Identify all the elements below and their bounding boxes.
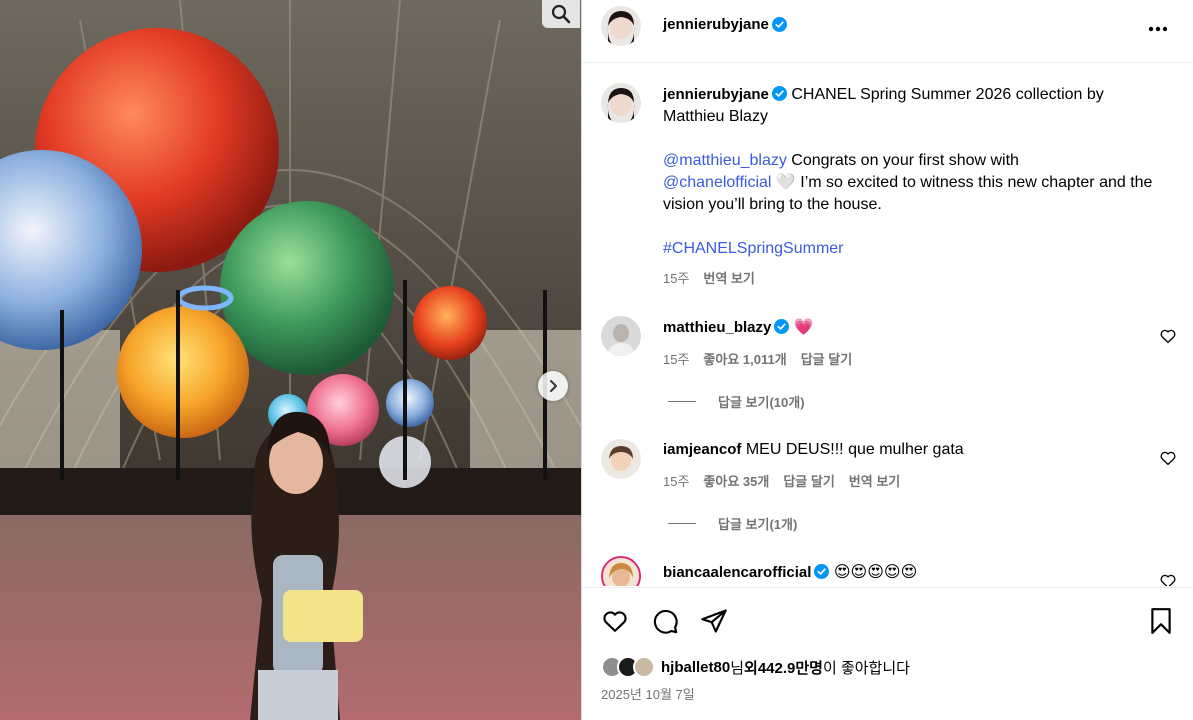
like-comment-heart-icon[interactable] (1159, 572, 1177, 586)
author-username[interactable]: jennierubyjane (663, 16, 769, 33)
comment-time[interactable]: 15주 (663, 471, 689, 490)
commenter-avatar[interactable] (601, 316, 641, 356)
view-replies-button[interactable]: 답글 보기(10개) (668, 392, 805, 411)
translate-button[interactable]: 번역 보기 (703, 268, 754, 287)
liker-username[interactable]: hjballet80 (661, 659, 730, 676)
comment-time[interactable]: 15주 (663, 349, 689, 368)
comment-body: 💗 (793, 319, 814, 336)
likes-count[interactable]: 442.9만명 (758, 657, 823, 678)
white-heart-emoji: 🤍 (775, 174, 796, 191)
commenter-username[interactable]: matthieu_blazy (663, 319, 771, 336)
replies-divider (668, 523, 696, 524)
comment-button[interactable] (650, 606, 680, 636)
magnifier-icon (551, 4, 571, 24)
reply-button[interactable]: 답글 달기 (783, 471, 834, 490)
likes-suffix: 이 좋아합니다 (822, 659, 910, 677)
author-avatar[interactable] (601, 6, 641, 46)
more-options-button[interactable] (1145, 16, 1171, 42)
comment-likes[interactable]: 좋아요 1,011개 (703, 349, 786, 368)
post-image (0, 0, 581, 720)
verified-badge-icon (814, 564, 830, 579)
hashtag-link[interactable]: #CHANELSpringSummer (663, 240, 844, 257)
likes-others-prefix: 외 (744, 659, 758, 677)
caption-time[interactable]: 15주 (663, 268, 689, 287)
view-replies-label: 답글 보기(10개) (718, 395, 805, 410)
like-comment-heart-icon[interactable] (1159, 449, 1177, 467)
comment-meta: 15주 좋아요 1,011개 답글 달기 (663, 349, 852, 368)
mention-link[interactable]: @matthieu_blazy (663, 152, 787, 169)
zoom-button[interactable] (542, 0, 580, 28)
commenter-avatar-story-ring[interactable] (601, 556, 641, 586)
caption-author-avatar[interactable] (601, 83, 641, 123)
comments-list[interactable]: jennierubyjane CHANEL Spring Summer 2026… (582, 64, 1193, 586)
post-photo[interactable] (0, 0, 581, 720)
comment-meta: 15주 좋아요 35개 답글 달기 번역 보기 (663, 471, 900, 490)
commenter-username[interactable]: iamjeancof (663, 441, 741, 458)
replies-divider (668, 401, 696, 402)
like-button[interactable] (600, 606, 630, 636)
caption-text-2: Congrats on your first show with (786, 152, 1019, 169)
next-image-button[interactable] (538, 371, 568, 401)
mention-link[interactable]: @chanelofficial (663, 174, 771, 191)
reply-button[interactable]: 답글 달기 (801, 349, 852, 368)
post-actions: hjballet80 님 외 442.9만명 이 좋아합니다 2025년 10월 7… (582, 587, 1193, 720)
view-replies-label: 답글 보기(1개) (718, 517, 798, 532)
comment-text: iamjeancof MEU DEUS!!! que mulher gata (663, 439, 1143, 461)
caption-author[interactable]: jennierubyjane (663, 86, 769, 103)
likes-summary[interactable]: hjballet80 님 외 442.9만명 이 좋아합니다 (601, 656, 910, 678)
liker-avatars (601, 656, 655, 678)
comment-icon (653, 609, 678, 634)
caption-meta: 15주 번역 보기 (663, 268, 755, 287)
comment-text: matthieu_blazy 💗 (663, 317, 1143, 339)
save-button[interactable] (1146, 606, 1176, 636)
verified-badge-icon (771, 86, 787, 101)
verified-badge-icon (774, 319, 790, 334)
view-replies-button[interactable]: 답글 보기(1개) (668, 514, 797, 533)
verified-badge-icon (771, 17, 787, 32)
comment-body: 😍😍😍😍😍 (833, 564, 918, 581)
chevron-right-icon (550, 380, 557, 392)
liker-avatar (633, 656, 655, 678)
post-date[interactable]: 2025년 10월 7일 (601, 684, 695, 703)
like-comment-heart-icon[interactable] (1159, 327, 1177, 345)
comment-likes[interactable]: 좋아요 35개 (703, 471, 769, 490)
likes-mid-text: 님 (730, 659, 745, 677)
post-side-panel: jennierubyjane jennierubyjane CHANEL Spr… (581, 0, 1193, 720)
comment-text: biancaalencarofficial 😍😍😍😍😍 (663, 562, 1143, 584)
translate-button[interactable]: 번역 보기 (849, 471, 900, 490)
heart-icon (603, 611, 627, 632)
share-button[interactable] (699, 606, 729, 636)
commenter-avatar[interactable] (601, 439, 641, 479)
more-horizontal-icon (1148, 26, 1168, 32)
post-header: jennierubyjane (582, 0, 1193, 63)
commenter-username[interactable]: biancaalencarofficial (663, 564, 811, 581)
bookmark-icon (1151, 608, 1171, 634)
caption-text: jennierubyjane CHANEL Spring Summer 2026… (663, 84, 1153, 260)
share-icon (701, 609, 727, 633)
comment-body: MEU DEUS!!! que mulher gata (745, 441, 964, 458)
